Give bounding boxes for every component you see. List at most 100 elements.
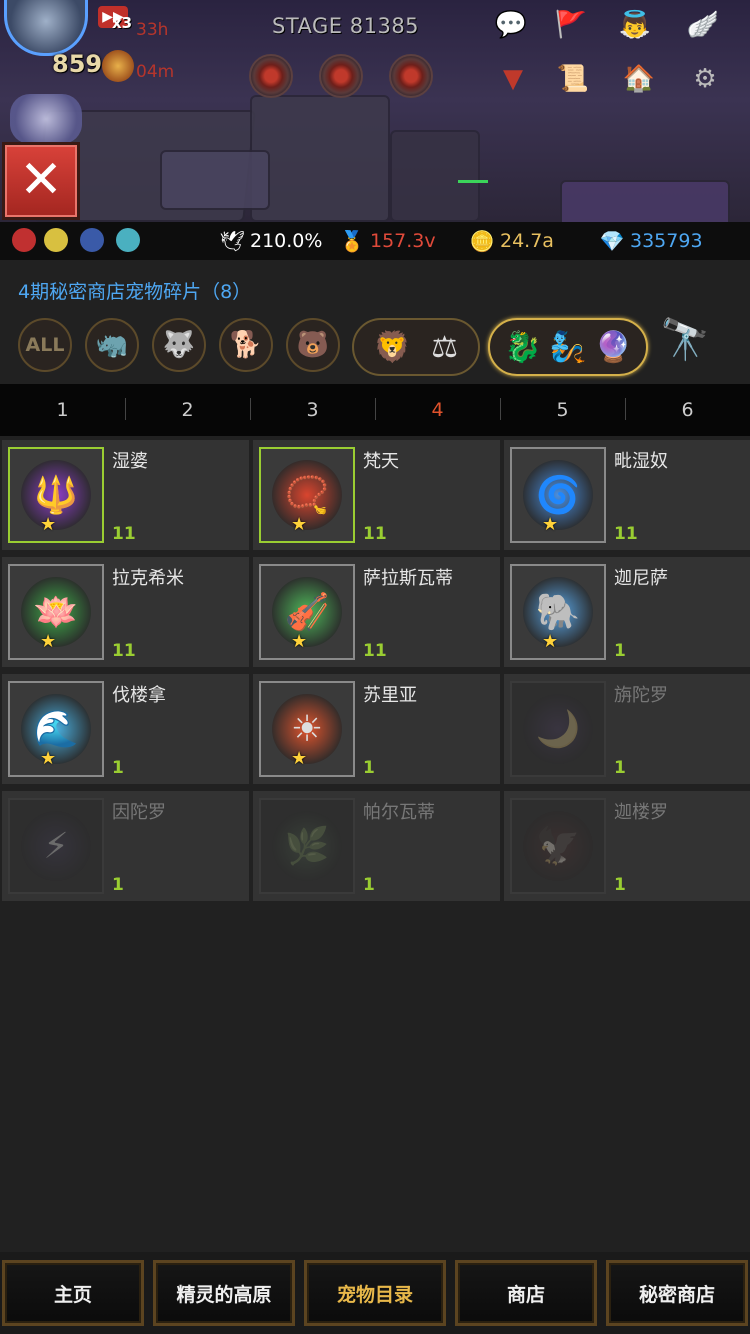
pet-portrait: 🌿 bbox=[259, 798, 355, 894]
pet-card[interactable]: 🌿 帕尔瓦蒂 1 bbox=[253, 791, 500, 901]
pet-shard-count: 11 bbox=[112, 524, 136, 544]
filter-group-b[interactable]: 🐉 🧞 🔮 bbox=[488, 318, 648, 376]
gem-icon: 💎 bbox=[599, 229, 625, 253]
tab-4[interactable]: 4 bbox=[375, 384, 500, 436]
boost-timer-1: 33h bbox=[136, 20, 169, 40]
stage-medal-icon bbox=[319, 54, 363, 98]
scene-block bbox=[250, 95, 390, 222]
filter-heart-bear-icon[interactable]: 🐻 bbox=[286, 318, 340, 372]
pet-card[interactable]: 🪷 ★ 拉克希米 11 bbox=[2, 557, 249, 667]
pet-art-icon: 🌙 bbox=[523, 694, 593, 764]
pet-card[interactable]: 🦅 迦楼罗 1 bbox=[504, 791, 750, 901]
medal-stat: 🏅 157.3v bbox=[340, 229, 436, 253]
party-pet-icon bbox=[12, 228, 36, 252]
bottom-nav: 主页 精灵的高原 宠物目录 商店 秘密商店 bbox=[0, 1252, 750, 1334]
wing-helmet-icon[interactable]: 🪽 bbox=[680, 4, 726, 46]
companion-portrait[interactable] bbox=[10, 94, 82, 144]
pet-portrait: 🌙 bbox=[510, 681, 606, 777]
party-pet-icon bbox=[44, 228, 68, 252]
pet-name: 苏里亚 bbox=[363, 685, 417, 706]
pet-portrait: 🐘 ★ bbox=[510, 564, 606, 660]
nav-shop-button[interactable]: 商店 bbox=[455, 1260, 597, 1326]
pet-name: 伐楼拿 bbox=[112, 685, 166, 706]
pet-shard-count: 1 bbox=[363, 875, 375, 895]
pet-group-icon: ⚖ bbox=[431, 329, 459, 365]
pet-card[interactable]: 🌊 ★ 伐楼拿 1 bbox=[2, 674, 249, 784]
gear-icon[interactable]: ⚙ bbox=[682, 58, 728, 100]
gem-value: 335793 bbox=[630, 230, 703, 252]
pet-card[interactable]: 🌙 旃陀罗 1 bbox=[504, 674, 750, 784]
filter-beast-icon[interactable]: 🐺 bbox=[152, 318, 206, 372]
pet-portrait: ☀ ★ bbox=[259, 681, 355, 777]
panel-title: 4期秘密商店宠物碎片（8） bbox=[18, 281, 252, 303]
stage-medal-icon bbox=[249, 54, 293, 98]
pet-name: 因陀罗 bbox=[112, 802, 166, 823]
pet-name: 迦尼萨 bbox=[614, 568, 668, 589]
pet-card[interactable]: ☀ ★ 苏里亚 1 bbox=[253, 674, 500, 784]
close-button[interactable]: ✕ bbox=[2, 142, 80, 220]
pet-portrait: 🌊 ★ bbox=[8, 681, 104, 777]
pet-shard-count: 11 bbox=[363, 524, 387, 544]
pet-shard-count: 11 bbox=[614, 524, 638, 544]
coin-stat: 🪙 24.7a bbox=[470, 229, 554, 253]
medal-value: 157.3v bbox=[370, 230, 436, 252]
coin-value: 24.7a bbox=[500, 230, 554, 252]
filter-triceratops-icon[interactable]: 🦏 bbox=[85, 318, 139, 372]
map-scroll-icon[interactable]: 📜 bbox=[550, 58, 596, 100]
wing-value: 210.0% bbox=[250, 230, 323, 252]
flower-buff-icon[interactable] bbox=[102, 50, 134, 82]
pet-name: 梵天 bbox=[363, 451, 399, 472]
pet-card[interactable]: 🎻 ★ 萨拉斯瓦蒂 11 bbox=[253, 557, 500, 667]
filter-all-button[interactable]: ALL bbox=[18, 318, 72, 372]
pet-art-icon: 🌿 bbox=[272, 811, 342, 881]
scene-block bbox=[160, 150, 270, 210]
nav-plateau-button[interactable]: 精灵的高原 bbox=[153, 1260, 295, 1326]
house-alert-icon[interactable]: 🏠 bbox=[616, 58, 662, 100]
tab-6[interactable]: 6 bbox=[625, 384, 750, 436]
pet-name: 迦楼罗 bbox=[614, 802, 668, 823]
nav-pet-catalog-button[interactable]: 宠物目录 bbox=[304, 1260, 446, 1326]
star-icon: ★ bbox=[40, 514, 57, 535]
pet-portrait: 🪷 ★ bbox=[8, 564, 104, 660]
chat-icon[interactable]: 💬 bbox=[488, 4, 534, 46]
hero-avatar[interactable] bbox=[4, 0, 88, 56]
pet-card[interactable]: 📿 ★ 梵天 11 bbox=[253, 440, 500, 550]
pet-shard-count: 1 bbox=[112, 875, 124, 895]
close-icon: ✕ bbox=[19, 150, 63, 210]
telescope-settings-icon[interactable]: 🔭 bbox=[660, 316, 740, 368]
boost-timer-2: 04m bbox=[136, 62, 175, 82]
pet-name: 萨拉斯瓦蒂 bbox=[363, 568, 453, 589]
tab-5[interactable]: 5 bbox=[500, 384, 625, 436]
pet-group-icon: 🔮 bbox=[594, 329, 632, 365]
scene-block bbox=[560, 180, 730, 222]
filter-group-a[interactable]: 🦁 ⚖ bbox=[352, 318, 480, 376]
star-icon: ★ bbox=[291, 514, 308, 535]
pet-group-icon: 🦁 bbox=[373, 329, 412, 365]
pet-card[interactable]: 🐘 ★ 迦尼萨 1 bbox=[504, 557, 750, 667]
scene-block bbox=[390, 130, 480, 222]
pet-card[interactable]: ⚡ 因陀罗 1 bbox=[2, 791, 249, 901]
tab-1[interactable]: 1 bbox=[0, 384, 125, 436]
pet-portrait: 🔱 ★ bbox=[8, 447, 104, 543]
nav-secret-shop-button[interactable]: 秘密商店 bbox=[606, 1260, 748, 1326]
filter-dog-icon[interactable]: 🐕 bbox=[219, 318, 273, 372]
stage-label: STAGE 81385 bbox=[272, 14, 420, 38]
pet-shard-count: 1 bbox=[614, 641, 626, 661]
pet-art-icon: ⚡ bbox=[21, 811, 91, 881]
star-icon: ★ bbox=[40, 748, 57, 769]
tab-3[interactable]: 3 bbox=[250, 384, 375, 436]
hero-level: 859 bbox=[52, 50, 103, 78]
pet-card[interactable]: 🌀 ★ 毗湿奴 11 bbox=[504, 440, 750, 550]
stage-medal-icon bbox=[389, 54, 433, 98]
down-arrow-icon[interactable]: ▼ bbox=[490, 58, 536, 100]
nav-home-button[interactable]: 主页 bbox=[2, 1260, 144, 1326]
angel-icon[interactable]: 👼 bbox=[612, 4, 658, 46]
medal-icon: 🏅 bbox=[339, 229, 365, 253]
tab-2[interactable]: 2 bbox=[125, 384, 250, 436]
star-icon: ★ bbox=[40, 631, 57, 652]
guild-flag-icon[interactable]: 🚩 bbox=[548, 4, 594, 46]
pet-art-icon: 🦅 bbox=[523, 811, 593, 881]
pet-card[interactable]: 🔱 ★ 湿婆 11 bbox=[2, 440, 249, 550]
wing-icon: 🕊 bbox=[219, 229, 245, 253]
pet-portrait: 🦅 bbox=[510, 798, 606, 894]
